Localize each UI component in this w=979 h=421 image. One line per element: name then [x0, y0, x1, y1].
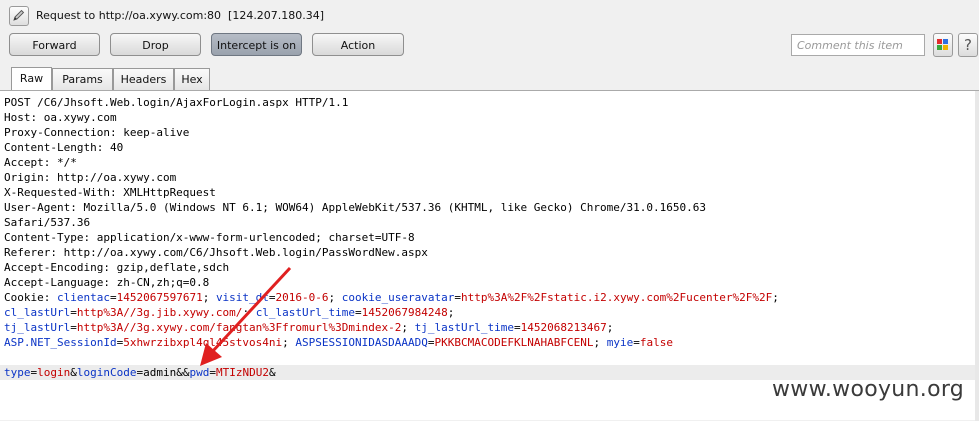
edit-pencil-icon[interactable]: [9, 6, 29, 26]
param-name: ASPSESSIONIDASDAAADQ: [295, 336, 428, 349]
header-content-type: Content-Type: application/x-www-form-url…: [4, 231, 415, 244]
param-value: 5xhwrzibxpl4ql45stvos4ni: [123, 336, 283, 349]
tab-headers[interactable]: Headers: [113, 68, 174, 90]
text-token: ;: [593, 336, 607, 349]
param-value: http%3A//3g.xywy.com/fangtan%3Ffromurl%3…: [76, 321, 402, 334]
header-user-agent-cont: Safari/537.36: [4, 216, 91, 229]
text-token: ;: [202, 291, 216, 304]
forward-button[interactable]: Forward: [9, 33, 100, 56]
cookie-line-2: cl_lastUrl=http%3A//3g.jib.xywy.com/; cl…: [4, 305, 454, 320]
param-value: PKKBCMACODEFKLNAHABFCENL: [434, 336, 594, 349]
text-token: ;: [282, 336, 296, 349]
color-palette-icon: [937, 39, 948, 50]
header-content-length: Content-Length: 40: [4, 141, 124, 154]
text-token: =: [209, 366, 216, 379]
header-referer: Referer: http://oa.xywy.com/C6/Jhsoft.We…: [4, 246, 428, 259]
param-name: type: [4, 366, 31, 379]
text-token: =: [355, 306, 362, 319]
param-name: loginCode: [76, 366, 137, 379]
intercept-toggle-button[interactable]: Intercept is on: [211, 33, 302, 56]
header-x-requested-with: X-Requested-With: XMLHttpRequest: [4, 186, 216, 199]
text-token: &: [268, 366, 276, 379]
request-title: Request to http://oa.xywy.com:80 [124.20…: [36, 9, 325, 22]
param-value: MTIzNDU2: [215, 366, 269, 379]
vertical-scrollbar[interactable]: [975, 91, 979, 421]
help-button[interactable]: ?: [958, 33, 978, 57]
comment-input[interactable]: Comment this item: [791, 34, 925, 56]
text-token: &: [70, 366, 77, 379]
text-token: ;: [772, 291, 779, 304]
param-value: 1452067984248: [361, 306, 448, 319]
cookie-label: Cookie:: [4, 291, 57, 304]
param-value: login: [37, 366, 71, 379]
param-value: 1452068213467: [520, 321, 607, 334]
text-token: =: [268, 291, 276, 304]
param-value: 1452067597671: [116, 291, 203, 304]
text-token: &&: [176, 366, 190, 379]
tab-params[interactable]: Params: [52, 68, 113, 90]
text-token: =: [427, 336, 435, 349]
param-value: 2016-0-6: [275, 291, 329, 304]
request-line: POST /C6/Jhsoft.Web.login/AjaxForLogin.a…: [4, 96, 349, 109]
text-token: =: [633, 336, 640, 349]
text-token: =: [109, 291, 117, 304]
header-accept-language: Accept-Language: zh-CN,zh;q=0.8: [4, 276, 210, 289]
header-host: Host: oa.xywy.com: [4, 111, 117, 124]
text-token: =: [70, 321, 77, 334]
param-name: cl_lastUrl: [4, 306, 71, 319]
param-name: cl_lastUrl_time: [255, 306, 356, 319]
text-token: ;: [401, 321, 415, 334]
param-name: ASP.NET_SessionId: [4, 336, 117, 349]
header-proxy-connection: Proxy-Connection: keep-alive: [4, 126, 190, 139]
param-name: clientac: [56, 291, 110, 304]
header-accept-encoding: Accept-Encoding: gzip,deflate,sdch: [4, 261, 230, 274]
drop-button[interactable]: Drop: [110, 33, 201, 56]
param-name: tj_lastUrl: [4, 321, 71, 334]
action-button[interactable]: Action: [312, 33, 404, 56]
param-value: http%3A%2F%2Fstatic.i2.xywy.com%2Fucente…: [461, 291, 773, 304]
text-token: =: [513, 321, 521, 334]
param-name: pwd: [189, 366, 210, 379]
text-token: =: [454, 291, 461, 304]
param-name: visit_dt: [215, 291, 269, 304]
header-accept: Accept: */*: [4, 156, 77, 169]
param-value: http%3A//3g.jib.xywy.com/: [76, 306, 243, 319]
watermark: www.wooyun.org: [772, 377, 965, 402]
header-origin: Origin: http://oa.xywy.com: [4, 171, 177, 184]
param-name: cookie_useravatar: [341, 291, 455, 304]
text-token: ;: [447, 306, 455, 319]
cookie-line-3: tj_lastUrl=http%3A//3g.xywy.com/fangtan%…: [4, 320, 613, 335]
cookie-line-1: Cookie: clientac=1452067597671; visit_dt…: [4, 290, 779, 305]
text-token: ;: [606, 321, 614, 334]
header-user-agent: User-Agent: Mozilla/5.0 (Windows NT 6.1;…: [4, 201, 706, 214]
request-body: type=login&loginCode=admin&&pwd=MTIzNDU2…: [4, 365, 276, 380]
text-token: admin: [143, 366, 177, 379]
request-header-bar: Request to http://oa.xywy.com:80 [124.20…: [0, 0, 979, 32]
cookie-line-4: ASP.NET_SessionId = 5xhwrzibxpl4ql45stvos4…: [4, 335, 673, 350]
param-name: myie: [606, 336, 634, 349]
text-token: =: [70, 306, 77, 319]
text-token: ;: [242, 306, 256, 319]
param-value: false: [639, 336, 673, 349]
raw-request-editor[interactable]: POST /C6/Jhsoft.Web.login/AjaxForLogin.a…: [0, 90, 979, 421]
tab-raw[interactable]: Raw: [11, 67, 52, 91]
highlight-color-button[interactable]: [933, 33, 953, 57]
tab-hex[interactable]: Hex: [174, 68, 210, 90]
param-name: tj_lastUrl_time: [414, 321, 514, 334]
text-token: ;: [328, 291, 342, 304]
